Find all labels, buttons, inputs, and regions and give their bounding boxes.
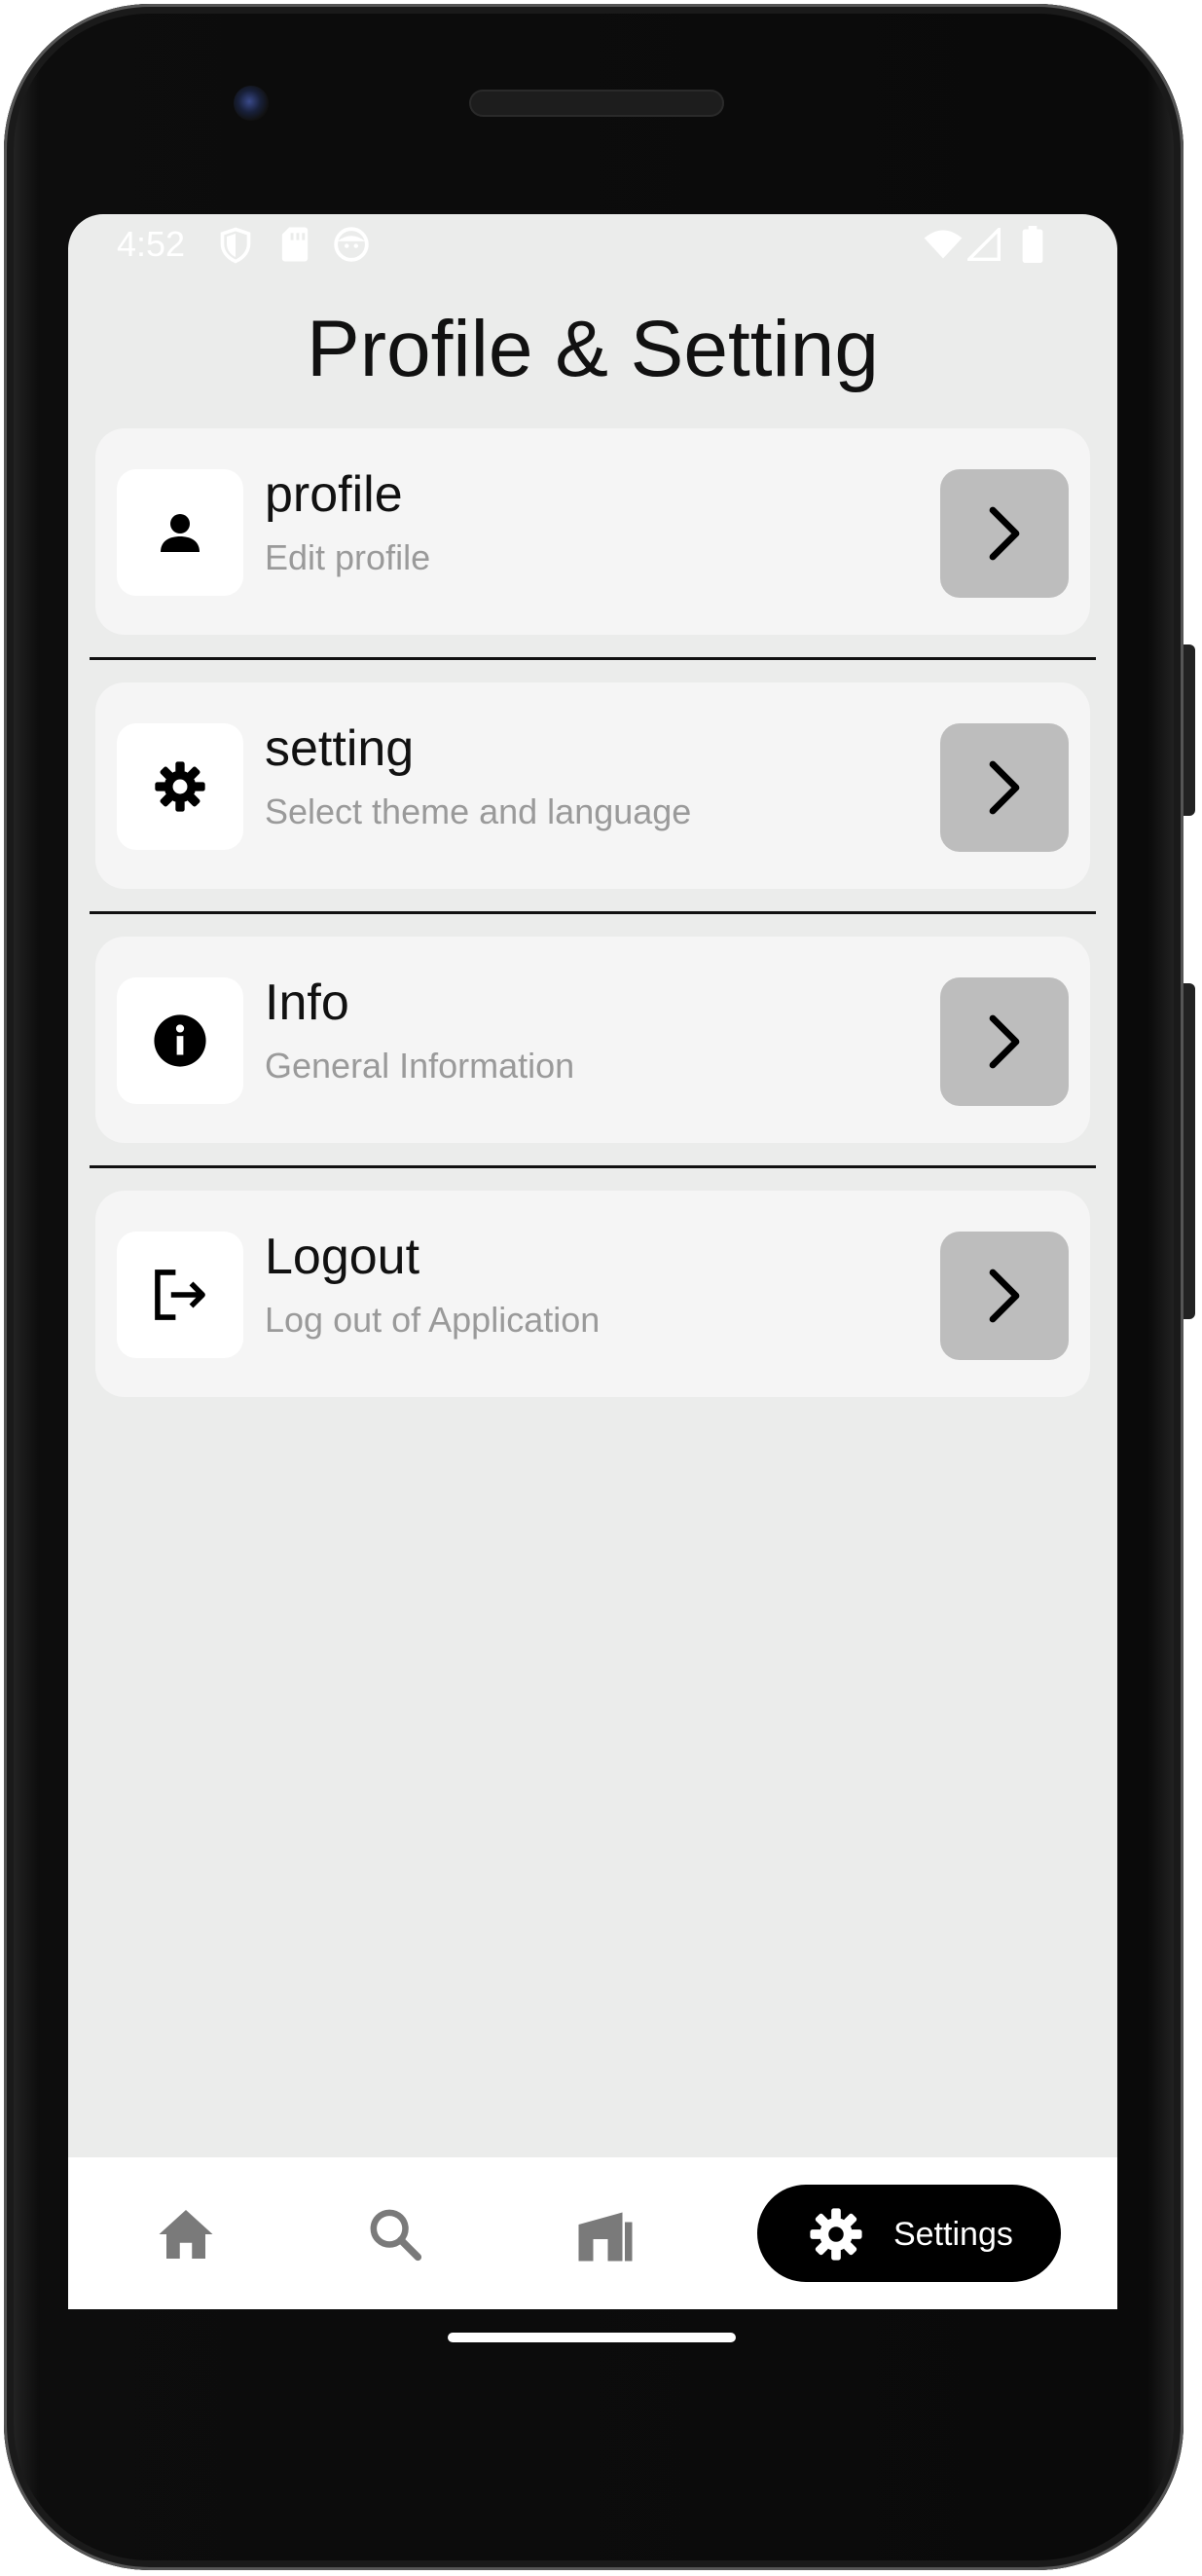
divider — [90, 911, 1096, 914]
open-logout-button[interactable] — [940, 1232, 1069, 1360]
nav-store[interactable] — [571, 2200, 639, 2268]
person-icon — [117, 469, 243, 596]
chevron-right-icon — [989, 760, 1020, 815]
menu-title: Info — [265, 975, 349, 1031]
divider — [90, 1165, 1096, 1168]
menu-title: profile — [265, 466, 403, 523]
shield-icon — [218, 226, 253, 270]
gear-icon — [117, 723, 243, 850]
bottom-navigation: Settings — [68, 2157, 1117, 2309]
power-button — [1184, 644, 1195, 816]
menu-subtitle: Select theme and language — [265, 791, 692, 831]
menu-subtitle: Edit profile — [265, 537, 431, 577]
search-icon — [370, 2209, 422, 2262]
menu-subtitle: General Information — [265, 1046, 575, 1086]
menu-card-profile[interactable]: profile Edit profile — [95, 428, 1090, 635]
store-icon — [578, 2212, 633, 2262]
menu-card-logout[interactable]: Logout Log out of Application — [95, 1191, 1090, 1397]
gear-icon — [808, 2206, 864, 2267]
info-icon — [117, 977, 243, 1104]
signal-icon — [965, 225, 1001, 266]
nav-search[interactable] — [361, 2200, 429, 2268]
home-indicator[interactable] — [448, 2333, 736, 2342]
nav-home[interactable] — [152, 2200, 220, 2268]
front-camera — [234, 86, 269, 121]
volume-button — [1184, 983, 1195, 1319]
chevron-right-icon — [989, 1269, 1020, 1323]
earpiece-speaker — [469, 90, 724, 117]
smiley-icon — [333, 226, 370, 268]
menu-card-setting[interactable]: setting Select theme and language — [95, 682, 1090, 889]
home-icon — [159, 2210, 213, 2259]
divider — [90, 657, 1096, 660]
app-screen: 4:52 Profile & Setting profile Edit prof… — [68, 214, 1117, 2309]
menu-title: Logout — [265, 1229, 420, 1285]
menu-subtitle: Log out of Application — [265, 1300, 601, 1340]
logout-icon — [117, 1232, 243, 1358]
open-profile-button[interactable] — [940, 469, 1069, 598]
wifi-icon — [923, 228, 964, 266]
status-bar: 4:52 — [68, 214, 1117, 280]
nav-settings-label: Settings — [893, 2216, 1013, 2253]
status-time: 4:52 — [117, 224, 186, 264]
menu-card-info[interactable]: Info General Information — [95, 937, 1090, 1143]
chevron-right-icon — [989, 506, 1020, 561]
open-info-button[interactable] — [940, 977, 1069, 1106]
open-setting-button[interactable] — [940, 723, 1069, 852]
page-title: Profile & Setting — [307, 305, 879, 393]
sim-card-icon — [280, 226, 310, 268]
menu-title: setting — [265, 720, 415, 777]
nav-settings-active[interactable]: Settings — [757, 2185, 1061, 2282]
chevron-right-icon — [989, 1014, 1020, 1069]
battery-icon — [1022, 226, 1043, 268]
